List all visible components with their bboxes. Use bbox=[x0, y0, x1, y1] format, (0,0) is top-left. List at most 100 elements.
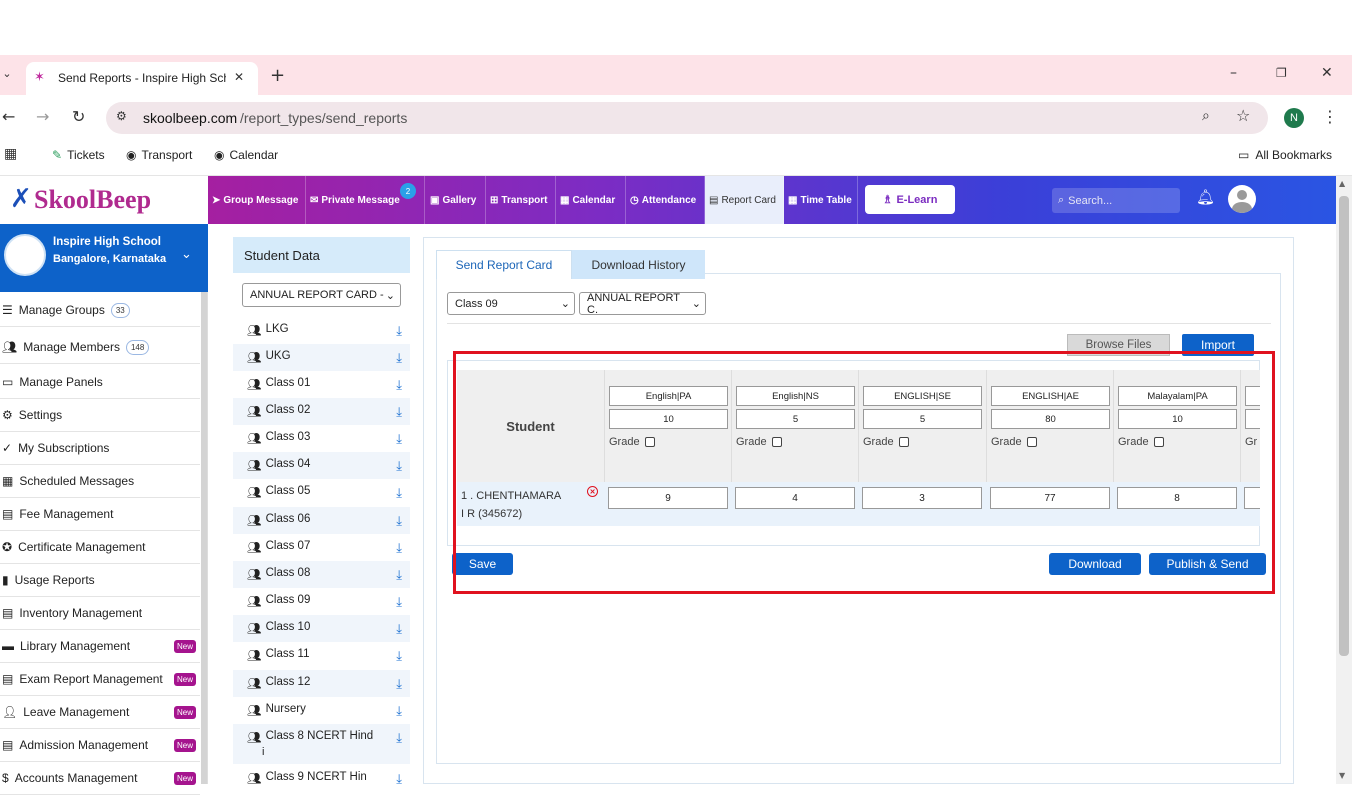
sidebar-item-certificate-management[interactable]: ✪ Certificate Management bbox=[0, 531, 200, 564]
url-field[interactable]: ⚙ skoolbeep.com /report_types/send_repor… bbox=[106, 102, 1268, 134]
bookmark-star-icon[interactable]: ☆ bbox=[1236, 108, 1250, 124]
class-label: Class 9 NCERT Hin bbox=[265, 771, 367, 783]
report-card-select[interactable]: ANNUAL REPORT C. ⌄ bbox=[579, 292, 706, 316]
scroll-down-icon[interactable]: ▼ bbox=[1339, 772, 1345, 780]
class-select[interactable]: Class 09 ⌄ bbox=[447, 292, 575, 315]
url-path: /report_types/send_reports bbox=[240, 110, 408, 126]
class-row-02[interactable]: 👥︎ Class 02 ⤓ bbox=[233, 398, 410, 425]
zoom-icon[interactable]: ⌕ bbox=[1202, 109, 1210, 123]
globe-icon: ◉ bbox=[126, 148, 137, 162]
profile-avatar[interactable]: N bbox=[1284, 108, 1304, 128]
download-icon[interactable]: ⤓ bbox=[396, 350, 402, 366]
class-row-lkg[interactable]: 👥︎ LKG ⤓ bbox=[233, 317, 410, 344]
sidebar-item-fee-management[interactable]: ▤ Fee Management bbox=[0, 498, 200, 531]
class-label: Class 8 NCERT Hind bbox=[265, 730, 374, 742]
browser-tab-active[interactable]: ✶ Send Reports - Inspire High Sch ✕ bbox=[26, 62, 258, 95]
sidebar-item-library-management[interactable]: ▬ Library Management New bbox=[0, 630, 200, 663]
tab-list-chevron-icon[interactable]: ⌄ bbox=[0, 68, 14, 79]
download-icon[interactable]: ⤓ bbox=[396, 540, 402, 556]
user-avatar[interactable] bbox=[1228, 185, 1256, 213]
close-window-icon[interactable]: ✕ bbox=[1321, 66, 1333, 80]
class-label: Class 10 bbox=[265, 621, 311, 633]
site-settings-icon[interactable]: ⚙ bbox=[116, 110, 127, 122]
tab-send-report-card[interactable]: Send Report Card bbox=[436, 250, 572, 279]
sidebar-item-usage-reports[interactable]: ▮ Usage Reports bbox=[0, 564, 200, 597]
class-row-01[interactable]: 👥︎ Class 01 ⤓ bbox=[233, 371, 410, 398]
school-switcher[interactable]: Inspire High School Bangalore, Karnataka… bbox=[0, 224, 208, 292]
sidebar-item-manage-members[interactable]: 👥︎ Manage Members 148 bbox=[0, 331, 200, 364]
sidebar-item-manage-groups[interactable]: ☰ Manage Groups 33 bbox=[0, 294, 200, 327]
class-row-12[interactable]: 👥︎ Class 12 ⤓ bbox=[233, 670, 410, 697]
class-row-06[interactable]: 👥︎ Class 06 ⤓ bbox=[233, 507, 410, 534]
download-icon[interactable]: ⤓ bbox=[396, 676, 402, 692]
class-row-07[interactable]: 👥︎ Class 07 ⤓ bbox=[233, 534, 410, 561]
class-row-11[interactable]: 👥︎ Class 11 ⤓ bbox=[233, 642, 410, 669]
sidebar-item-inventory-management[interactable]: ▤ Inventory Management bbox=[0, 597, 200, 630]
class-row-05[interactable]: 👥︎ Class 05 ⤓ bbox=[233, 479, 410, 506]
download-icon[interactable]: ⤓ bbox=[396, 703, 402, 719]
elearn-button[interactable]: ♗ E-Learn bbox=[865, 185, 955, 214]
back-icon[interactable]: ← bbox=[2, 109, 15, 125]
reload-icon[interactable]: ↻ bbox=[72, 109, 85, 125]
download-icon[interactable]: ⤓ bbox=[396, 594, 402, 610]
all-bookmarks[interactable]: ▭ All Bookmarks bbox=[1238, 148, 1332, 162]
tab-close-icon[interactable]: ✕ bbox=[234, 71, 244, 83]
scroll-up-icon[interactable]: ▲ bbox=[1339, 180, 1345, 188]
bookmark-transport[interactable]: ◉ Transport bbox=[126, 148, 192, 162]
download-icon[interactable]: ⤓ bbox=[396, 485, 402, 501]
class-row-8-ncert[interactable]: 👥︎ Class 8 NCERT Hind ⤓ bbox=[233, 724, 410, 764]
download-icon[interactable]: ⤓ bbox=[396, 323, 402, 339]
minimize-icon[interactable]: – bbox=[1230, 66, 1237, 80]
report-type-select[interactable]: ANNUAL REPORT CARD - ⌄ bbox=[242, 283, 401, 307]
bookmark-calendar[interactable]: ◉ Calendar bbox=[214, 148, 278, 162]
class-row-04[interactable]: 👥︎ Class 04 ⤓ bbox=[233, 452, 410, 479]
class-row-08[interactable]: 👥︎ Class 08 ⤓ bbox=[233, 561, 410, 588]
download-icon[interactable]: ⤓ bbox=[396, 730, 402, 746]
class-row-nursery[interactable]: 👥︎ Nursery ⤓ bbox=[233, 697, 410, 724]
restore-icon[interactable]: ❐ bbox=[1276, 67, 1287, 79]
sidebar-item-scheduled-messages[interactable]: ▦ Scheduled Messages bbox=[0, 465, 200, 498]
nav-report-card[interactable]: ▤ Report Card bbox=[705, 176, 784, 224]
tickets-icon: ✎ bbox=[52, 148, 63, 162]
sidebar-item-settings[interactable]: ⚙ Settings bbox=[0, 399, 200, 432]
download-icon[interactable]: ⤓ bbox=[396, 458, 402, 474]
nav-time-table[interactable]: ▦ Time Table bbox=[784, 176, 858, 224]
sidebar-item-accounts-management[interactable]: $ Accounts Management New bbox=[0, 762, 200, 795]
download-icon[interactable]: ⤓ bbox=[396, 513, 402, 529]
download-icon[interactable]: ⤓ bbox=[396, 377, 402, 393]
browser-menu-icon[interactable]: ⋮ bbox=[1322, 109, 1338, 125]
page-scrollbar-thumb[interactable] bbox=[1339, 196, 1349, 656]
class-label: Class 01 bbox=[265, 377, 311, 389]
apps-grid-icon[interactable]: ▦ bbox=[4, 147, 17, 161]
sidebar-item-admission-management[interactable]: ▤ Admission Management New bbox=[0, 729, 200, 762]
tab-download-history[interactable]: Download History bbox=[572, 250, 705, 279]
nav-gallery[interactable]: ▣ Gallery bbox=[426, 176, 486, 224]
class-row-10[interactable]: 👥︎ Class 10 ⤓ bbox=[233, 615, 410, 642]
nav-label: Group Message bbox=[223, 194, 299, 206]
sidebar-item-exam-report-management[interactable]: ▤ Exam Report Management New bbox=[0, 663, 200, 696]
download-icon[interactable]: ⤓ bbox=[396, 621, 402, 637]
new-tab-icon[interactable]: + bbox=[270, 67, 285, 85]
download-icon[interactable]: ⤓ bbox=[396, 771, 402, 787]
sidebar-item-my-subscriptions[interactable]: ✓ My Subscriptions bbox=[0, 432, 200, 465]
bookmark-tickets[interactable]: ✎ Tickets bbox=[52, 148, 105, 162]
download-icon[interactable]: ⤓ bbox=[396, 567, 402, 583]
download-icon[interactable]: ⤓ bbox=[396, 431, 402, 447]
nav-attendance[interactable]: ◷ Attendance bbox=[626, 176, 705, 224]
sidebar-item-manage-panels[interactable]: ▭ Manage Panels bbox=[0, 366, 200, 399]
download-icon[interactable]: ⤓ bbox=[396, 404, 402, 420]
nav-transport[interactable]: ⊞ Transport bbox=[486, 176, 556, 224]
bell-icon[interactable]: 🔔︎ bbox=[1196, 190, 1215, 205]
sidebar-item-label: Accounts Management bbox=[14, 771, 138, 785]
sidebar-scrollbar[interactable] bbox=[201, 292, 207, 784]
class-row-03[interactable]: 👥︎ Class 03 ⤓ bbox=[233, 425, 410, 452]
class-row-09[interactable]: 👥︎ Class 09 ⤓ bbox=[233, 588, 410, 615]
nav-group-message[interactable]: ➤ Group Message bbox=[208, 176, 306, 224]
download-icon[interactable]: ⤓ bbox=[396, 648, 402, 664]
sidebar-item-leave-management[interactable]: 👤︎ Leave Management New bbox=[0, 696, 200, 729]
forward-icon[interactable]: → bbox=[36, 109, 49, 125]
nav-calendar[interactable]: ▦ Calendar bbox=[556, 176, 626, 224]
class-row-ukg[interactable]: 👥︎ UKG ⤓ bbox=[233, 344, 410, 371]
app-search-input[interactable]: ⌕ Search... bbox=[1052, 188, 1180, 213]
class-row-9-ncert[interactable]: 👥︎ Class 9 NCERT Hin ⤓ bbox=[233, 765, 410, 792]
